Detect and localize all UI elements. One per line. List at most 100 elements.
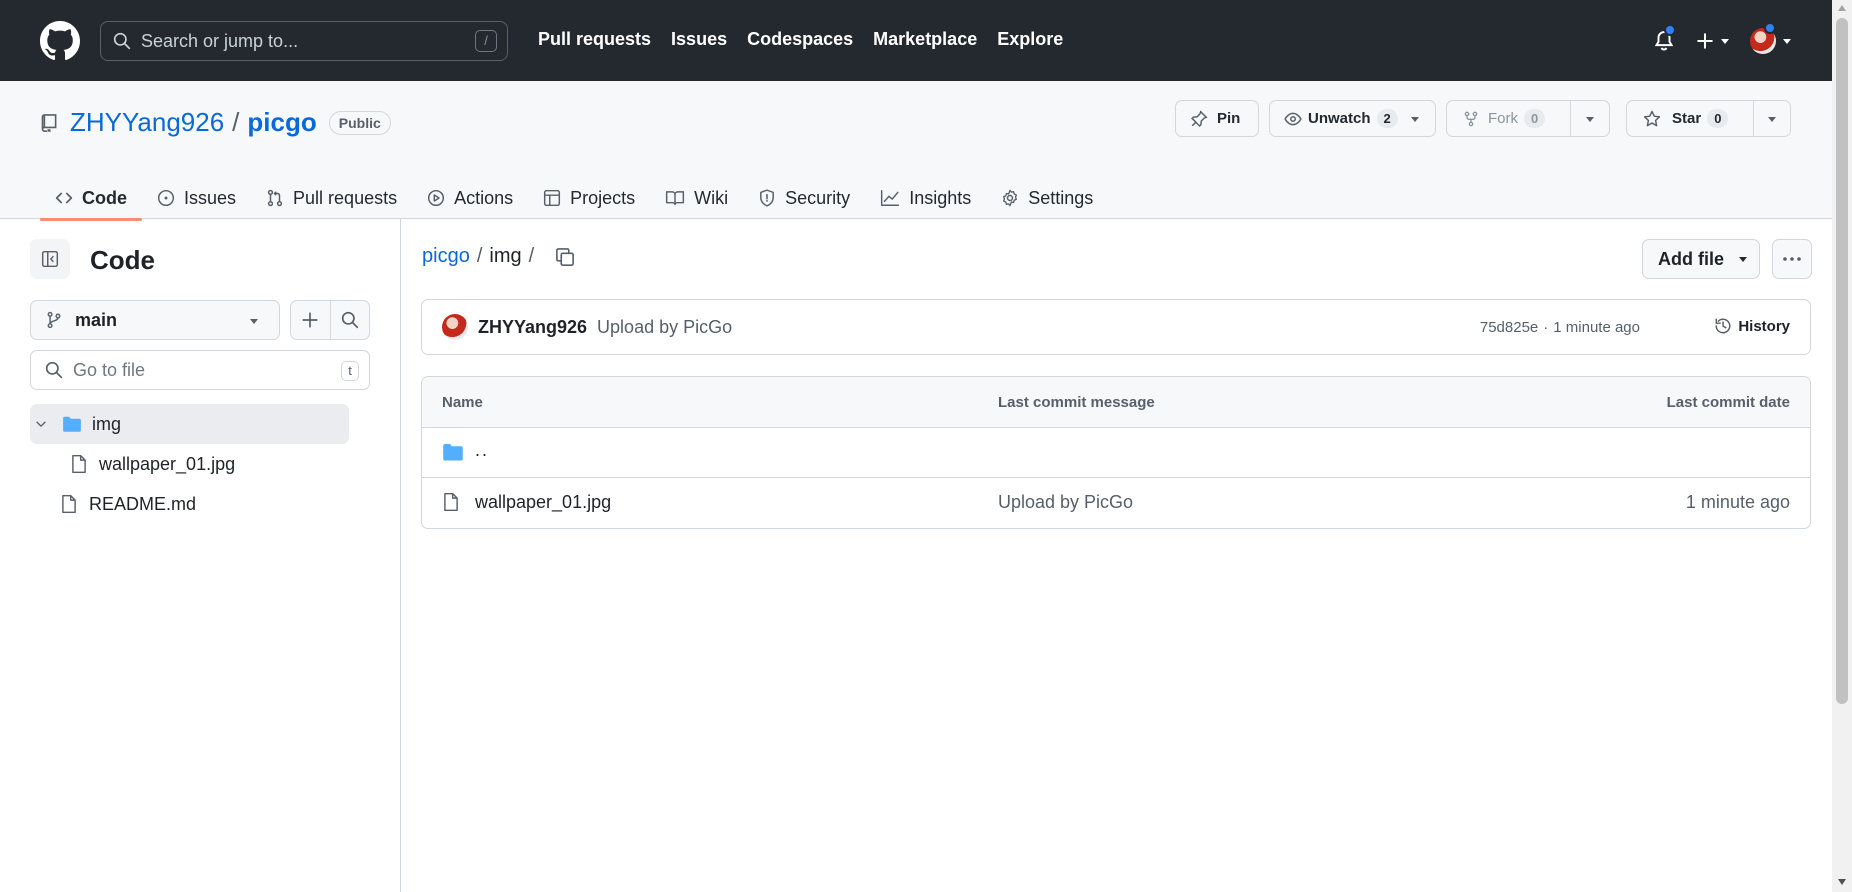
scroll-up-arrow-icon[interactable] — [1837, 4, 1847, 12]
caret-down-icon — [1720, 36, 1730, 46]
commit-author-link[interactable]: ZHYYang926 — [478, 317, 587, 338]
file-table-header: Name Last commit message Last commit dat… — [422, 377, 1810, 428]
tree-item-img[interactable]: img — [30, 404, 349, 444]
tab-wiki[interactable]: Wiki — [650, 177, 743, 219]
more-options-button[interactable] — [1772, 239, 1812, 279]
branch-name: main — [75, 309, 118, 330]
nav-codespaces[interactable]: Codespaces — [747, 29, 853, 50]
repo-name-link[interactable]: picgo — [247, 107, 316, 138]
tab-code[interactable]: Code — [40, 177, 142, 221]
column-header-message: Last commit message — [998, 394, 1155, 411]
parent-directory-link[interactable]: .. — [475, 440, 489, 461]
nav-issues[interactable]: Issues — [671, 29, 727, 50]
search-shortcut-hint: / — [475, 30, 497, 52]
scroll-down-arrow-icon[interactable] — [1837, 878, 1847, 886]
commit-message-link[interactable]: Upload by PicGo — [998, 492, 1133, 513]
file-icon — [70, 454, 88, 474]
tab-label: Security — [785, 187, 851, 208]
github-logo-icon[interactable] — [40, 21, 80, 61]
tab-label: Issues — [184, 187, 237, 208]
add-file-icon-button[interactable] — [291, 301, 331, 339]
column-header-date: Last commit date — [1666, 394, 1790, 411]
plus-icon — [301, 311, 319, 329]
breadcrumb-root-link[interactable]: picgo — [422, 245, 470, 268]
repository-header: ZHYYang926 / picgo Public Pin Unwatch 2 … — [0, 81, 1832, 221]
issue-opened-icon — [157, 189, 175, 207]
pin-button[interactable]: Pin — [1175, 100, 1259, 137]
breadcrumb-separator: / — [528, 245, 535, 267]
commit-message-link[interactable]: Upload by PicGo — [597, 317, 732, 338]
fork-dropdown-button[interactable] — [1571, 114, 1609, 124]
notification-indicator — [1664, 23, 1676, 36]
breadcrumb-current: img — [489, 245, 522, 267]
avatar[interactable] — [442, 314, 468, 340]
commit-sha-link[interactable]: 75d825e — [1480, 319, 1538, 336]
repo-icon — [40, 113, 60, 133]
visibility-badge: Public — [328, 110, 391, 135]
commit-time: 1 minute ago — [1553, 319, 1640, 336]
repo-owner-link[interactable]: ZHYYang926 — [70, 107, 224, 138]
fork-button[interactable]: Fork 0 — [1447, 101, 1570, 136]
tree-item-readme[interactable]: README.md — [60, 484, 196, 524]
add-file-label: Add file — [1658, 248, 1724, 269]
nav-explore[interactable]: Explore — [997, 29, 1063, 50]
file-name-link[interactable]: wallpaper_01.jpg — [475, 492, 611, 513]
file-icon — [442, 492, 460, 512]
create-new-button[interactable] — [1696, 0, 1730, 81]
tab-security[interactable]: Security — [743, 177, 865, 219]
search-icon — [341, 311, 359, 329]
tab-settings[interactable]: Settings — [986, 177, 1108, 219]
nav-pull-requests[interactable]: Pull requests — [538, 29, 651, 50]
star-button-group: Star 0 — [1626, 100, 1791, 137]
repo-forked-icon — [1463, 111, 1479, 127]
eye-icon — [1284, 110, 1302, 128]
table-row[interactable]: wallpaper_01.jpg Upload by PicGo 1 minut… — [422, 478, 1810, 528]
global-search-input[interactable]: Search or jump to... / — [100, 21, 508, 61]
user-menu-button[interactable] — [1750, 0, 1792, 81]
sidebar-title: Code — [90, 245, 155, 275]
gear-icon — [1001, 189, 1019, 207]
pin-icon — [1190, 109, 1208, 128]
tab-label: Projects — [570, 187, 636, 208]
table-icon — [543, 189, 561, 207]
unwatch-button[interactable]: Unwatch 2 — [1269, 100, 1436, 137]
tab-actions[interactable]: Actions — [412, 177, 528, 219]
tree-item-wallpaper[interactable]: wallpaper_01.jpg — [70, 444, 235, 484]
go-to-file-input[interactable]: Go to file t — [30, 350, 370, 390]
global-header: Search or jump to... / Pull requests Iss… — [0, 0, 1832, 81]
caret-down-icon — [249, 316, 259, 326]
scrollbar-thumb[interactable] — [1836, 18, 1848, 704]
tree-actions — [290, 300, 370, 340]
graph-icon — [880, 189, 900, 207]
tab-label: Insights — [909, 187, 972, 208]
star-dropdown-button[interactable] — [1754, 114, 1790, 124]
tab-pull-requests[interactable]: Pull requests — [251, 177, 412, 219]
breadcrumb-separator: / — [476, 245, 483, 267]
file-tree-sidebar: Code main Go to file t img wallpaper_01.… — [0, 219, 401, 892]
tab-insights[interactable]: Insights — [865, 177, 986, 219]
collapse-sidebar-button[interactable] — [30, 239, 70, 279]
branch-selector[interactable]: main — [30, 300, 280, 340]
status-indicator — [1764, 21, 1776, 34]
nav-marketplace[interactable]: Marketplace — [873, 29, 977, 50]
file-table: Name Last commit message Last commit dat… — [421, 376, 1811, 529]
unwatch-label: Unwatch — [1308, 110, 1371, 127]
chevron-down-icon[interactable] — [34, 417, 48, 431]
parent-directory-row[interactable]: .. — [422, 428, 1810, 478]
tab-projects[interactable]: Projects — [528, 177, 650, 219]
tab-issues[interactable]: Issues — [142, 177, 251, 219]
notifications-button[interactable] — [1653, 0, 1676, 81]
star-button[interactable]: Star 0 — [1627, 101, 1753, 136]
copy-path-icon[interactable] — [555, 247, 575, 267]
search-files-button[interactable] — [331, 301, 370, 339]
play-icon — [427, 189, 445, 207]
add-file-button[interactable]: Add file — [1642, 239, 1760, 279]
tree-item-label: wallpaper_01.jpg — [99, 453, 236, 474]
search-placeholder: Search or jump to... — [141, 30, 299, 51]
tab-label: Pull requests — [293, 187, 398, 208]
breadcrumb: picgo / img / — [422, 245, 575, 268]
tab-label: Actions — [454, 187, 514, 208]
history-button[interactable]: History — [1714, 317, 1790, 335]
folder-icon — [442, 442, 464, 462]
go-to-file-placeholder: Go to file — [73, 359, 146, 380]
